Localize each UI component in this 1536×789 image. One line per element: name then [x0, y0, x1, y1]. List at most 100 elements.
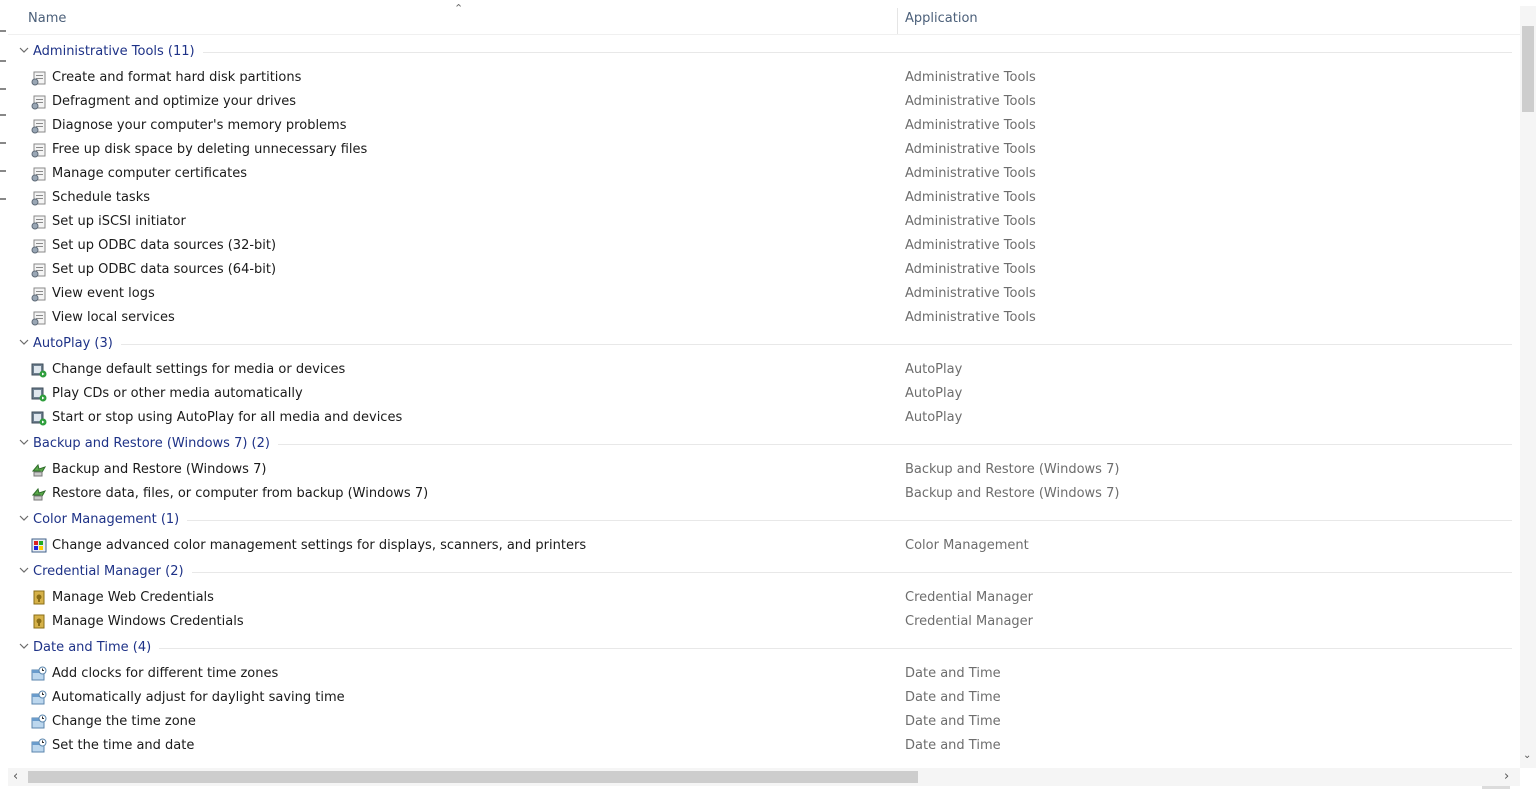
admin-tools-icon — [31, 190, 47, 206]
left-pane-fragment — [0, 170, 6, 172]
vertical-scroll-thumb[interactable] — [1522, 26, 1534, 112]
item-name[interactable]: Start or stop using AutoPlay for all med… — [52, 410, 402, 425]
group-header[interactable]: Date and Time (4) — [8, 634, 1520, 662]
item-name[interactable]: Set up ODBC data sources (32-bit) — [52, 238, 276, 253]
item-name[interactable]: Automatically adjust for daylight saving… — [52, 690, 345, 705]
item-application: Date and Time — [905, 690, 1001, 705]
item-name[interactable]: Play CDs or other media automatically — [52, 386, 303, 401]
item-name[interactable]: Manage computer certificates — [52, 166, 247, 181]
list-item[interactable]: Set up iSCSI initiator Administrative Too… — [8, 210, 1520, 234]
chevron-down-icon[interactable] — [18, 512, 30, 524]
list-item[interactable]: Add clocks for different time zones Date … — [8, 662, 1520, 686]
item-name[interactable]: Set up ODBC data sources (64-bit) — [52, 262, 276, 277]
chevron-down-icon[interactable] — [18, 640, 30, 652]
group-header[interactable]: Administrative Tools (11) — [8, 38, 1520, 66]
backup-restore-icon — [31, 462, 47, 478]
results-list: Administrative Tools (11) Create and form… — [8, 38, 1520, 768]
left-pane-fragment — [0, 142, 6, 144]
list-item[interactable]: Restore data, files, or computer from ba… — [8, 482, 1520, 506]
item-application: AutoPlay — [905, 410, 963, 425]
item-name[interactable]: Set the time and date — [52, 738, 194, 753]
item-application: AutoPlay — [905, 386, 963, 401]
column-header-name[interactable]: Name — [28, 11, 66, 26]
list-item[interactable]: Change the time zone Date and Time — [8, 710, 1520, 734]
item-name[interactable]: Backup and Restore (Windows 7) — [52, 462, 266, 477]
autoplay-icon — [31, 410, 47, 426]
scroll-left-arrow-icon[interactable]: ‹ — [13, 769, 18, 784]
list-item[interactable]: Schedule tasks Administrative Tools — [8, 186, 1520, 210]
credential-manager-icon — [31, 590, 47, 606]
group-header[interactable]: AutoPlay (3) — [8, 330, 1520, 358]
list-item[interactable]: Change advanced color management setting… — [8, 534, 1520, 558]
group-header[interactable]: Backup and Restore (Windows 7) (2) — [8, 430, 1520, 458]
item-name[interactable]: View local services — [52, 310, 175, 325]
item-application: Administrative Tools — [905, 70, 1036, 85]
item-name[interactable]: View event logs — [52, 286, 155, 301]
item-application: Backup and Restore (Windows 7) — [905, 462, 1120, 477]
chevron-down-icon[interactable] — [18, 44, 30, 56]
list-item[interactable]: Manage computer certificates Administrati… — [8, 162, 1520, 186]
left-pane-fragment — [0, 30, 6, 32]
item-name[interactable]: Defragment and optimize your drives — [52, 94, 296, 109]
item-name[interactable]: Manage Web Credentials — [52, 590, 214, 605]
group-divider — [192, 572, 1512, 573]
item-name[interactable]: Free up disk space by deleting unnecessa… — [52, 142, 367, 157]
left-pane-fragment — [0, 88, 6, 90]
list-item[interactable]: Set the time and date Date and Time — [8, 734, 1520, 758]
color-management-icon — [31, 538, 47, 554]
item-name[interactable]: Create and format hard disk partitions — [52, 70, 301, 85]
item-name[interactable]: Change default settings for media or dev… — [52, 362, 345, 377]
item-application: Credential Manager — [905, 590, 1034, 605]
item-name[interactable]: Restore data, files, or computer from ba… — [52, 486, 428, 501]
admin-tools-icon — [31, 214, 47, 230]
item-name[interactable]: Diagnose your computer's memory problems — [52, 118, 347, 133]
list-item[interactable]: Set up ODBC data sources (64-bit) Adminis… — [8, 258, 1520, 282]
backup-restore-icon — [31, 486, 47, 502]
list-item[interactable]: View event logs Administrative Tools — [8, 282, 1520, 306]
horizontal-scroll-thumb[interactable] — [28, 771, 918, 783]
chevron-down-icon[interactable] — [18, 564, 30, 576]
chevron-down-icon[interactable] — [18, 436, 30, 448]
column-header-application[interactable]: Application — [905, 11, 978, 26]
list-item[interactable]: Defragment and optimize your drives Admin… — [8, 90, 1520, 114]
list-item[interactable]: Set up ODBC data sources (32-bit) Adminis… — [8, 234, 1520, 258]
group-divider — [187, 520, 1512, 521]
group-divider — [203, 52, 1512, 53]
column-divider[interactable] — [897, 8, 898, 34]
left-pane-fragment — [0, 198, 6, 200]
date-time-icon — [31, 690, 47, 706]
list-item[interactable]: Diagnose your computer's memory problems… — [8, 114, 1520, 138]
list-item[interactable]: Create and format hard disk partitions Ad… — [8, 66, 1520, 90]
item-name[interactable]: Change the time zone — [52, 714, 196, 729]
list-item[interactable]: Start or stop using AutoPlay for all med… — [8, 406, 1520, 430]
horizontal-scrollbar[interactable]: ‹ › — [8, 768, 1520, 786]
group-header[interactable]: Credential Manager (2) — [8, 558, 1520, 586]
group-divider — [278, 444, 1512, 445]
admin-tools-icon — [31, 310, 47, 326]
group-header[interactable]: Color Management (1) — [8, 506, 1520, 534]
vertical-scrollbar[interactable]: ⌄ — [1520, 6, 1536, 768]
autoplay-icon — [31, 386, 47, 402]
item-name[interactable]: Schedule tasks — [52, 190, 150, 205]
scroll-down-arrow-icon[interactable]: ⌄ — [1523, 750, 1531, 761]
scroll-right-arrow-icon[interactable]: › — [1504, 769, 1509, 784]
list-item[interactable]: Manage Windows Credentials Credential Man… — [8, 610, 1520, 634]
list-item[interactable]: Play CDs or other media automatically Aut… — [8, 382, 1520, 406]
item-application: AutoPlay — [905, 362, 963, 377]
list-item[interactable]: Free up disk space by deleting unnecessa… — [8, 138, 1520, 162]
item-name[interactable]: Change advanced color management setting… — [52, 538, 586, 553]
list-item[interactable]: Change default settings for media or dev… — [8, 358, 1520, 382]
item-name[interactable]: Add clocks for different time zones — [52, 666, 278, 681]
list-item[interactable]: Manage Web Credentials Credential Manager — [8, 586, 1520, 610]
item-application: Date and Time — [905, 714, 1001, 729]
list-item[interactable]: Automatically adjust for daylight saving… — [8, 686, 1520, 710]
item-application: Backup and Restore (Windows 7) — [905, 486, 1120, 501]
item-application: Administrative Tools — [905, 94, 1036, 109]
left-pane-fragment — [0, 114, 6, 116]
list-item[interactable]: Backup and Restore (Windows 7) Backup and… — [8, 458, 1520, 482]
group-title: Color Management (1) — [33, 512, 180, 527]
list-item[interactable]: View local services Administrative Tools — [8, 306, 1520, 330]
item-name[interactable]: Manage Windows Credentials — [52, 614, 244, 629]
item-name[interactable]: Set up iSCSI initiator — [52, 214, 186, 229]
chevron-down-icon[interactable] — [18, 336, 30, 348]
